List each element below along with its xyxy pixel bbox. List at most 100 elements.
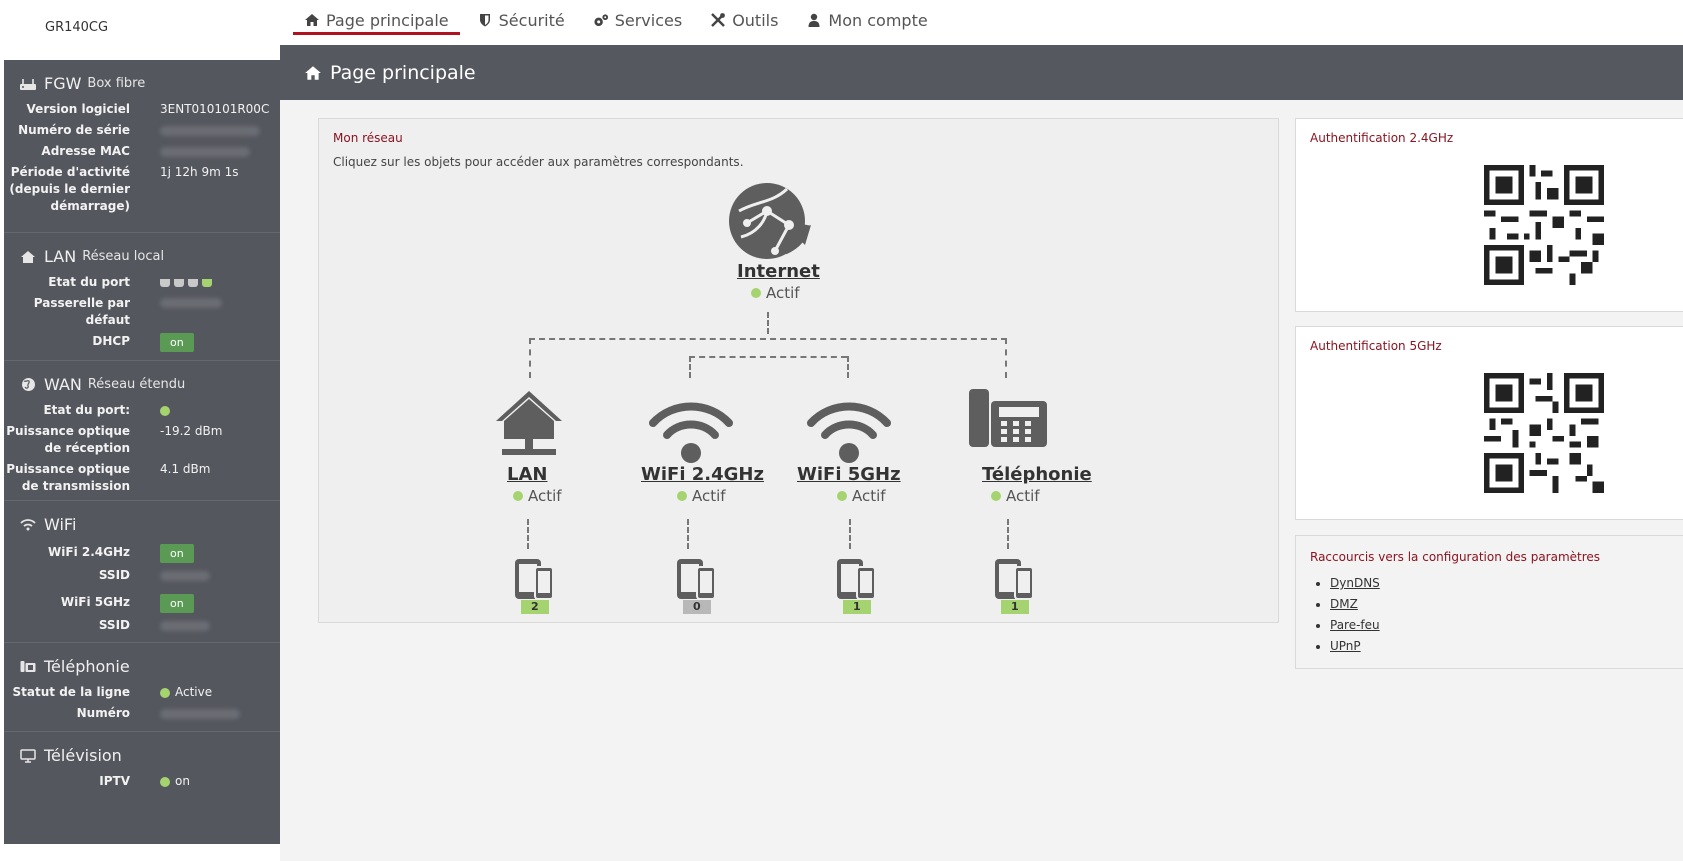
device-count-badge: 0 — [683, 600, 711, 614]
info-label: WiFi 2.4GHz — [48, 545, 130, 559]
info-value: 4.1 dBm — [160, 462, 211, 476]
info-row: Etat du port: — [4, 400, 280, 421]
status-text: Actif — [852, 487, 886, 505]
sidebar-section-lan: LAN Réseau local Etat du port Passerelle… — [4, 233, 280, 361]
connector-line — [527, 519, 529, 549]
nav-label: Services — [614, 10, 683, 30]
redacted-value — [160, 567, 210, 584]
panel-title: Mon réseau — [333, 131, 403, 145]
wifi24-toggle[interactable]: on — [160, 544, 194, 563]
status-text: Actif — [1006, 487, 1040, 505]
nav-label: Mon compte — [828, 10, 928, 30]
tv-icon — [18, 748, 38, 764]
globe-icon — [18, 377, 38, 393]
shield-icon — [477, 12, 493, 28]
internet-status: Actif — [751, 284, 800, 302]
wifi-icon — [649, 402, 733, 463]
link-upnp[interactable]: UPnP — [1330, 639, 1361, 653]
link-dmz[interactable]: DMZ — [1330, 597, 1358, 611]
port-status — [160, 274, 212, 291]
qr-panel-5ghz: Authentification 5GHz — [1295, 326, 1683, 520]
top-bar: GR140CG Page principale Sécurité Service… — [0, 0, 1683, 45]
page-title: Page principale — [330, 61, 476, 84]
section-header: Téléphonie — [4, 651, 280, 682]
nav-page-principale[interactable]: Page principale — [290, 0, 463, 40]
qr-panel-24ghz: Authentification 2.4GHz — [1295, 118, 1683, 312]
line-status: Active — [160, 684, 212, 701]
nav-mon-compte[interactable]: Mon compte — [792, 0, 941, 40]
connector-line — [529, 338, 1007, 340]
wifi24-status: Actif — [677, 487, 726, 505]
port-indicator — [174, 278, 184, 287]
info-label: Adresse MAC — [41, 144, 130, 158]
wifi24-label[interactable]: WiFi 2.4GHz — [641, 464, 764, 485]
connector-line — [687, 519, 689, 549]
wifi5-label[interactable]: WiFi 5GHz — [797, 464, 901, 485]
sidebar-section-wan: WAN Réseau étendu Etat du port: Puissanc… — [4, 361, 280, 501]
info-label: Puissance optique de réception — [6, 424, 130, 455]
info-row: Passerelle par défaut — [4, 293, 280, 331]
info-label: IPTV — [99, 774, 130, 788]
info-row: DHCP on — [4, 331, 280, 354]
lan-node[interactable] — [494, 387, 564, 459]
sidebar-section-wifi: WiFi WiFi 2.4GHz on SSID WiFi 5GHz on SS… — [4, 501, 280, 643]
devices-icon — [677, 559, 716, 600]
lan-label[interactable]: LAN — [507, 464, 547, 485]
redacted-value — [160, 617, 210, 634]
port-indicators — [160, 278, 212, 287]
info-row: Période d'activité (depuis le dernier dé… — [4, 162, 280, 217]
wifi5-toggle[interactable]: on — [160, 594, 194, 613]
dhcp-toggle[interactable]: on — [160, 333, 194, 352]
house-network-icon — [496, 391, 562, 455]
telephonie-node[interactable] — [967, 387, 1049, 449]
connector-line — [1007, 519, 1009, 549]
internet-node[interactable] — [727, 181, 817, 271]
connector-line — [849, 519, 851, 549]
iptv-status-text: on — [175, 774, 190, 788]
info-label: Passerelle par défaut — [33, 296, 130, 327]
status-dot — [513, 491, 523, 501]
house-icon — [18, 249, 38, 265]
nav-securite[interactable]: Sécurité — [463, 0, 579, 40]
nav-outils[interactable]: Outils — [696, 0, 792, 40]
line-status-text: Active — [175, 685, 213, 699]
section-title: WiFi — [44, 515, 77, 534]
section-title: WAN — [44, 375, 82, 394]
info-row: Puissance optique de transmission 4.1 dB… — [4, 459, 280, 497]
wifi24-node[interactable] — [649, 393, 733, 465]
connector-line — [689, 356, 691, 378]
user-icon — [806, 12, 822, 28]
qr-code-24ghz — [1484, 165, 1604, 285]
connector-line — [1005, 338, 1007, 378]
info-value: 3ENT010101R00C — [160, 102, 270, 116]
section-subtitle: Box fibre — [87, 76, 146, 91]
info-row: Adresse MAC — [4, 141, 280, 162]
section-header: WiFi — [4, 509, 280, 540]
qr-code-5ghz — [1484, 373, 1604, 493]
telephonie-label[interactable]: Téléphonie — [982, 464, 1092, 485]
telephonie-status: Actif — [991, 487, 1040, 505]
section-header: FGW Box fibre — [4, 68, 280, 99]
internet-label[interactable]: Internet — [737, 261, 820, 282]
wifi5-node[interactable] — [807, 393, 891, 465]
info-label: Etat du port: — [43, 403, 130, 417]
redacted-value — [160, 122, 260, 139]
internet-globe-icon — [729, 183, 811, 259]
wifi5-value: on — [160, 594, 194, 613]
wifi5-status: Actif — [837, 487, 886, 505]
link-dyndns[interactable]: DynDNS — [1330, 576, 1380, 590]
info-label: Version logiciel — [26, 102, 130, 116]
redacted-value — [160, 143, 250, 160]
iptv-status: on — [160, 773, 190, 790]
list-item: UPnP — [1330, 639, 1380, 653]
info-row: Puissance optique de réception -19.2 dBm — [4, 421, 280, 459]
link-pare-feu[interactable]: Pare-feu — [1330, 618, 1380, 632]
connector-line — [847, 356, 849, 378]
info-label: DHCP — [92, 334, 130, 348]
nav-services[interactable]: Services — [579, 0, 696, 40]
info-label: Etat du port — [48, 275, 130, 289]
info-row: Numéro — [4, 703, 280, 724]
info-row: SSID — [4, 565, 280, 586]
info-label: SSID — [98, 568, 130, 582]
info-label: WiFi 5GHz — [60, 595, 130, 609]
